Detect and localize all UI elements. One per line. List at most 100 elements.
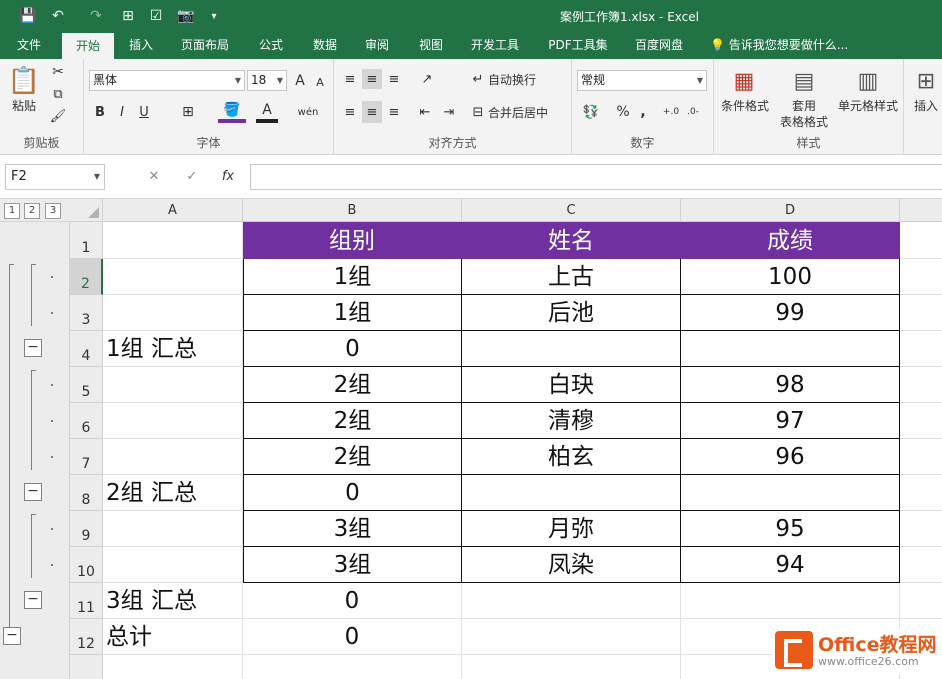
cell-c13[interactable] [462, 655, 681, 679]
cell-e4[interactable] [900, 331, 942, 367]
cell-b5[interactable]: 2组 [243, 367, 462, 403]
select-all-button[interactable] [70, 199, 103, 222]
underline-button[interactable]: U [134, 101, 154, 123]
phonetic-icon[interactable]: wén [296, 101, 320, 123]
paste-icon[interactable]: 📋 [8, 65, 40, 97]
row-header-6[interactable]: 6 [70, 403, 103, 439]
row-header-10[interactable]: 10 [70, 547, 103, 583]
column-header-a[interactable]: A [103, 199, 243, 222]
font-size-select[interactable]: 18 ▼ [247, 70, 287, 91]
customize-toolbar-icon[interactable]: ▾ [204, 6, 224, 26]
outline-level-1[interactable]: 1 [4, 203, 20, 219]
cell-d5[interactable]: 98 [681, 367, 900, 403]
cell-c7[interactable]: 柏玄 [462, 439, 681, 475]
cell-c10[interactable]: 凤染 [462, 547, 681, 583]
cell-a13[interactable] [103, 655, 243, 679]
row-header-3[interactable]: 3 [70, 295, 103, 331]
cell-c3[interactable]: 后池 [462, 295, 681, 331]
cell-e7[interactable] [900, 439, 942, 475]
cell-b9[interactable]: 3组 [243, 511, 462, 547]
cell-e1[interactable] [900, 222, 942, 259]
cell-a6[interactable] [103, 403, 243, 439]
grow-font-icon[interactable]: A [291, 71, 309, 91]
cell-b1[interactable]: 组别 [243, 222, 462, 259]
cell-d2[interactable]: 100 [681, 259, 900, 295]
tell-me-search[interactable]: 💡 告诉我您想要做什么... [710, 32, 848, 59]
cell-e2[interactable] [900, 259, 942, 295]
cell-e8[interactable] [900, 475, 942, 511]
cancel-entry-icon[interactable]: ✕ [142, 164, 166, 190]
italic-button[interactable]: I [112, 101, 132, 123]
tab-file[interactable]: 文件 [6, 32, 52, 59]
row-header-2[interactable]: 2 [70, 259, 103, 295]
cell-c9[interactable]: 月弥 [462, 511, 681, 547]
outline-level-2[interactable]: 2 [24, 203, 40, 219]
shrink-font-icon[interactable]: A [312, 73, 328, 91]
save-icon[interactable]: 💾 [18, 6, 38, 26]
cell-e11[interactable] [900, 583, 942, 619]
increase-decimal-icon[interactable]: +.0 [660, 101, 682, 123]
column-header-e[interactable] [900, 199, 942, 222]
undo-icon[interactable]: ↶ [48, 6, 68, 26]
cell-b3[interactable]: 1组 [243, 295, 462, 331]
column-header-c[interactable]: C [462, 199, 681, 222]
tab-home[interactable]: 开始 [62, 32, 114, 59]
cell-a7[interactable] [103, 439, 243, 475]
cell-a12[interactable]: 总计 [103, 619, 243, 655]
outline-level-3[interactable]: 3 [45, 203, 61, 219]
cell-d9[interactable]: 95 [681, 511, 900, 547]
insert-cells-icon[interactable]: ⊞ [912, 65, 940, 97]
collapse-group2-button[interactable]: − [24, 483, 42, 501]
cell-a4[interactable]: 1组 汇总 [103, 331, 243, 367]
cell-a11[interactable]: 3组 汇总 [103, 583, 243, 619]
comma-button[interactable]: , [634, 101, 652, 123]
align-bottom-icon[interactable]: ≡ [384, 69, 404, 89]
font-name-select[interactable]: 黑体 ▼ [89, 70, 245, 91]
row-header-8[interactable]: 8 [70, 475, 103, 511]
cell-e6[interactable] [900, 403, 942, 439]
cell-b2[interactable]: 1组 [243, 259, 462, 295]
collapse-group1-button[interactable]: − [24, 339, 42, 357]
cell-a8[interactable]: 2组 汇总 [103, 475, 243, 511]
cell-b13[interactable] [243, 655, 462, 679]
copy-icon[interactable]: ⧉ [48, 85, 68, 103]
bold-button[interactable]: B [90, 101, 110, 123]
camera-icon[interactable]: 📷 [176, 6, 196, 26]
cell-a1[interactable] [103, 222, 243, 259]
touch-mode-icon[interactable]: ⊞ [118, 6, 138, 26]
tab-view[interactable]: 视图 [410, 32, 452, 59]
merge-center-icon[interactable]: ⊟ [468, 101, 488, 123]
name-box[interactable]: F2 ▼ [5, 164, 105, 190]
align-left-icon[interactable]: ≡ [340, 101, 360, 123]
cell-d1[interactable]: 成绩 [681, 222, 900, 259]
row-header-4[interactable]: 4 [70, 331, 103, 367]
row-header-9[interactable]: 9 [70, 511, 103, 547]
cell-c5[interactable]: 白玦 [462, 367, 681, 403]
merge-center-button[interactable]: 合并后居中 [488, 101, 568, 123]
collapse-total-button[interactable]: − [3, 627, 21, 645]
number-format-select[interactable]: 常规 ▼ [577, 70, 707, 91]
cut-icon[interactable]: ✂ [48, 63, 68, 81]
borders-icon[interactable]: ⊞ [174, 101, 202, 123]
orientation-icon[interactable]: ↗ [414, 69, 440, 89]
percent-button[interactable]: % [614, 101, 632, 123]
row-header-7[interactable]: 7 [70, 439, 103, 475]
tab-pdf-tools[interactable]: PDF工具集 [540, 32, 616, 59]
tab-review[interactable]: 审阅 [356, 32, 398, 59]
decrease-indent-icon[interactable]: ⇤ [414, 101, 436, 123]
enter-entry-icon[interactable]: ✓ [180, 164, 204, 190]
tab-data[interactable]: 数据 [304, 32, 346, 59]
tab-formulas[interactable]: 公式 [250, 32, 292, 59]
format-painter-icon[interactable]: 🖌 [48, 107, 68, 125]
cell-d10[interactable]: 94 [681, 547, 900, 583]
cell-c1[interactable]: 姓名 [462, 222, 681, 259]
formula-input[interactable] [250, 164, 942, 190]
tab-page-layout[interactable]: 页面布局 [172, 32, 238, 59]
cell-styles-icon[interactable]: ▥ [852, 65, 884, 97]
cell-b12[interactable]: 0 [243, 619, 462, 655]
conditional-format-button[interactable]: 条件格式 [716, 97, 774, 113]
cell-d4[interactable] [681, 331, 900, 367]
align-top-icon[interactable]: ≡ [340, 69, 360, 89]
cell-a10[interactable] [103, 547, 243, 583]
cell-d11[interactable] [681, 583, 900, 619]
